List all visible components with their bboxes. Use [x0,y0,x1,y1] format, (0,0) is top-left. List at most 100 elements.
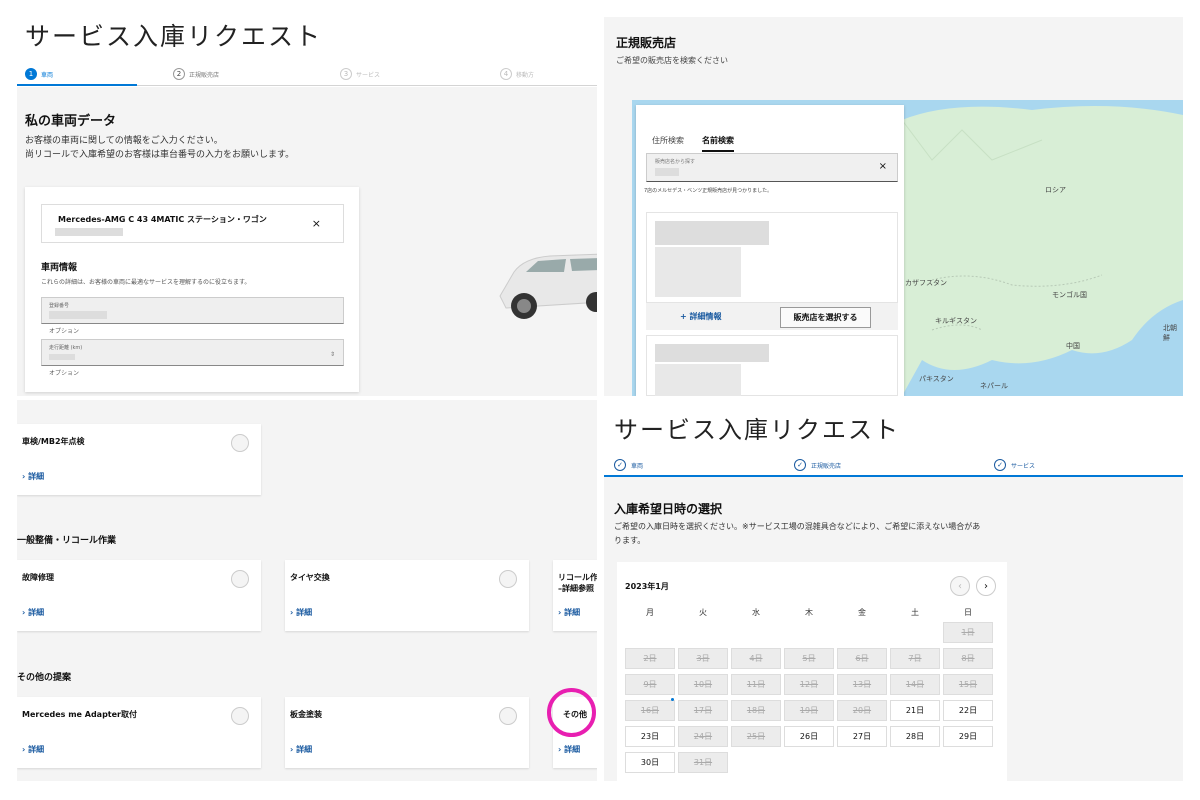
car-image [499,253,597,319]
dealer-result-card[interactable] [646,335,898,396]
service-name: Mercedes me Adapter取付 [22,710,137,719]
calendar-day: 2日 [625,648,675,669]
dealer-subtitle: ご希望の販売店を検索ください [616,56,728,65]
calendar-day: 12日 [784,674,834,695]
dealer-name-input[interactable]: 販売店名から探す × [646,153,898,182]
service-card[interactable]: リコール作 –詳細参照 › 詳細 [553,560,597,631]
calendar-day[interactable]: 30日 [625,752,675,773]
progress-stepper: ✓ 車両 ✓ 正規販売店 ✓ サービス [604,457,1183,477]
detail-link[interactable]: › 詳細 [290,744,312,755]
calendar-day: 5日 [784,648,834,669]
clear-search-button[interactable]: × [879,161,887,172]
step-dealer-done[interactable]: ✓ 正規販売店 [794,459,841,471]
tab-name-search[interactable]: 名前検索 [702,135,734,152]
dealer-card-footer: + 詳細情報 販売店を選択する [646,303,898,330]
service-card[interactable]: タイヤ交換 › 詳細 [285,560,529,631]
detail-link[interactable]: › 詳細 [22,744,44,755]
calendar-day[interactable]: 23日 [625,726,675,747]
weekday-header: 日 [964,608,972,617]
service-card[interactable]: Mercedes me Adapter取付 › 詳細 [17,697,261,768]
calendar-day[interactable]: 28日 [890,726,940,747]
detail-link[interactable]: › 詳細 [558,607,580,618]
dealer-result-card[interactable] [646,212,898,303]
next-month-button[interactable]: › [976,576,996,596]
select-dealer-button[interactable]: 販売店を選択する [780,307,871,328]
detail-link[interactable]: › 詳細 [290,607,312,618]
service-radio[interactable] [499,707,517,725]
weekday-header: 土 [911,608,919,617]
calendar-day[interactable]: 21日 [890,700,940,721]
service-name: 故障修理 [22,573,54,582]
weekday-header: 月 [646,608,654,617]
calendar-day: 9日 [625,674,675,695]
weekday-header: 水 [752,608,760,617]
page-title: サービス入庫リクエスト [25,22,323,51]
step-label: 車両 [41,71,54,79]
detail-link[interactable]: › 詳細 [558,744,580,755]
section-description: ご希望の入庫日時を選択ください。※サービス工場の混雑具合などにより、ご希望に添え… [614,522,981,545]
step-vehicle[interactable]: 1 車両 [25,68,53,80]
step-service-done[interactable]: ✓ サービス [994,459,1035,471]
service-radio[interactable] [499,570,517,588]
step-dealer[interactable]: 2 正規販売店 [173,68,219,80]
dealer-search-card: 住所検索 名前検索 販売店名から探す × 7店のメルセデス・ベンツ正規販売店が見… [636,105,904,396]
today-indicator [671,698,674,701]
redacted-value [49,311,107,319]
step-label: 移動方 [516,71,535,79]
calendar-day: 24日 [678,726,728,747]
service-name: 板金塗装 [290,710,322,719]
calendar-day[interactable]: 27日 [837,726,887,747]
section-heading: 私の車両データ [25,114,117,129]
calendar-month: 2023年1月 [625,582,669,591]
remove-vehicle-button[interactable]: × [312,217,321,230]
detail-link[interactable]: › 詳細 [22,607,44,618]
calendar-day: 3日 [678,648,728,669]
previous-month-button[interactable]: ‹ [950,576,970,596]
more-info-link[interactable]: + 詳細情報 [680,311,722,322]
registration-number-field[interactable]: 登録番号 [41,297,344,324]
date-picker: 2023年1月 ‹ › 月 火 水 木 金 土 日 1日 2日 3日 4日 5日 6日 7日 8日 9日 10日… [617,562,1007,781]
detail-link[interactable]: › 詳細 [22,471,44,482]
mileage-field[interactable]: 走行距離 (km) ⇕ [41,339,344,366]
service-radio[interactable] [231,434,249,452]
vehicle-data-panel: サービス入庫リクエスト 1 車両 2 正規販売店 3 サービス 4 移動方 私の… [17,0,597,396]
calendar-day: 13日 [837,674,887,695]
service-name: 車検/MB2年点検 [22,437,85,446]
dealer-search-panel: 正規販売店 ご希望の販売店を検索ください ロシア カザフスタン モンゴル国 キル… [604,17,1183,396]
redacted-dealer-name [655,344,769,362]
calendar-day[interactable]: 22日 [943,700,993,721]
stepper-arrows-icon[interactable]: ⇕ [330,351,335,358]
tab-address-search[interactable]: 住所検索 [652,135,684,150]
dealer-title: 正規販売店 [616,36,677,50]
service-radio[interactable] [231,707,249,725]
calendar-day[interactable]: 26日 [784,726,834,747]
page-title: サービス入庫リクエスト [614,416,900,444]
step-vehicle-done[interactable]: ✓ 車両 [614,459,643,471]
service-card[interactable]: 板金塗装 › 詳細 [285,697,529,768]
calendar-day: 17日 [678,700,728,721]
vehicle-info-description: これらの詳細は、お客様の車両に最適なサービスを理解するのに役立ちます。 [41,279,251,286]
calendar-day: 20日 [837,700,887,721]
calendar-day[interactable]: 29日 [943,726,993,747]
redacted-dealer-address [655,247,741,297]
weekday-header: 金 [858,608,866,617]
vehicle-name: Mercedes-AMG C 43 4MATIC ステーション・ワゴン [58,215,267,224]
calendar-day: 7日 [890,648,940,669]
registration-optional-note: オプション [49,328,80,335]
selected-vehicle: Mercedes-AMG C 43 4MATIC ステーション・ワゴン × [41,204,344,243]
service-selection-panel: 車検/MB2年点検 › 詳細 一般整備・リコール作業 故障修理 › 詳細 タイヤ… [17,400,597,781]
appointment-date-panel: サービス入庫リクエスト ✓ 車両 ✓ 正規販売店 ✓ サービス 入庫希望日時の選… [604,400,1183,781]
service-card[interactable]: 車検/MB2年点検 › 詳細 [17,424,261,495]
calendar-day: 8日 [943,648,993,669]
step-service: 3 サービス [340,68,380,80]
section-description: お客様の車両に関しての情報をご入力ください。 尚リコールで入庫希望のお客様は車台… [25,136,295,160]
service-card[interactable]: 故障修理 › 詳細 [17,560,261,631]
progress-indicator [17,84,137,86]
section-heading: 入庫希望日時の選択 [614,502,723,516]
check-icon: ✓ [994,459,1006,471]
calendar-day: 25日 [731,726,781,747]
progress-stepper: 1 車両 2 正規販売店 3 サービス 4 移動方 [17,66,597,86]
results-count: 7店のメルセデス・ベンツ正規販売店が見つかりました。 [644,188,773,194]
service-radio[interactable] [231,570,249,588]
calendar-day: 1日 [943,622,993,643]
